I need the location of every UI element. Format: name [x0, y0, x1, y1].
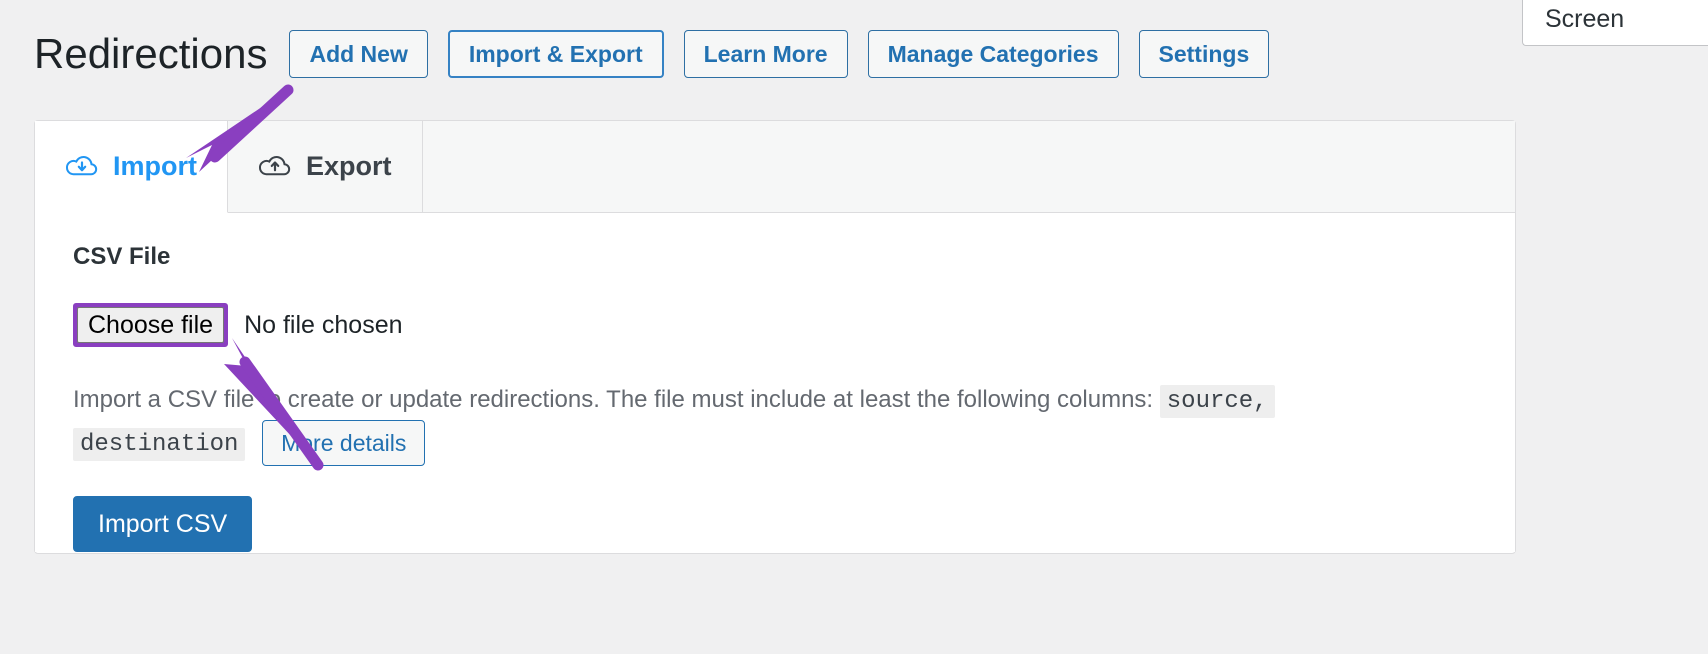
no-file-chosen-text: No file chosen: [244, 310, 403, 339]
learn-more-button[interactable]: Learn More: [683, 30, 848, 78]
settings-button[interactable]: Settings: [1138, 30, 1270, 78]
choose-file-button[interactable]: Choose file: [77, 307, 225, 343]
tab-export[interactable]: Export: [228, 121, 423, 212]
csv-file-label: CSV File: [73, 243, 171, 270]
tab-strip-filler: [422, 121, 1515, 212]
tab-strip: Import Export: [35, 121, 1515, 213]
redirections-import-export-screen: Screen Redirections Add New Import & Exp…: [0, 0, 1708, 654]
cloud-download-icon: [65, 154, 99, 180]
manage-categories-button[interactable]: Manage Categories: [867, 30, 1119, 78]
more-details-button[interactable]: More details: [262, 420, 426, 467]
import-panel-body: CSV File Choose file No file chosen Impo…: [35, 213, 1515, 553]
tab-import-label: Import: [113, 151, 197, 181]
import-export-button[interactable]: Import & Export: [447, 30, 664, 78]
code-destination: destination: [73, 427, 246, 461]
page-header: Redirections Add New Import & Export Lea…: [34, 30, 1289, 78]
screen-options-label: Screen: [1545, 5, 1625, 33]
import-description-text: Import a CSV file to create or update re…: [73, 386, 1154, 413]
file-input-row: Choose file No file chosen: [73, 303, 1477, 347]
add-new-button[interactable]: Add New: [289, 30, 428, 78]
cloud-upload-icon: [258, 154, 292, 180]
screen-options-tab[interactable]: Screen: [1522, 0, 1708, 46]
code-source: source,: [1159, 385, 1275, 418]
import-export-panel: Import Export CSV File Choose file No fi…: [34, 120, 1516, 554]
page-title: Redirections: [34, 30, 268, 77]
tab-import[interactable]: Import: [35, 121, 228, 213]
choose-file-highlight: Choose file: [73, 303, 229, 347]
import-csv-button[interactable]: Import CSV: [73, 496, 253, 553]
tab-export-label: Export: [306, 151, 392, 181]
import-description: Import a CSV file to create or update re…: [73, 381, 1363, 467]
